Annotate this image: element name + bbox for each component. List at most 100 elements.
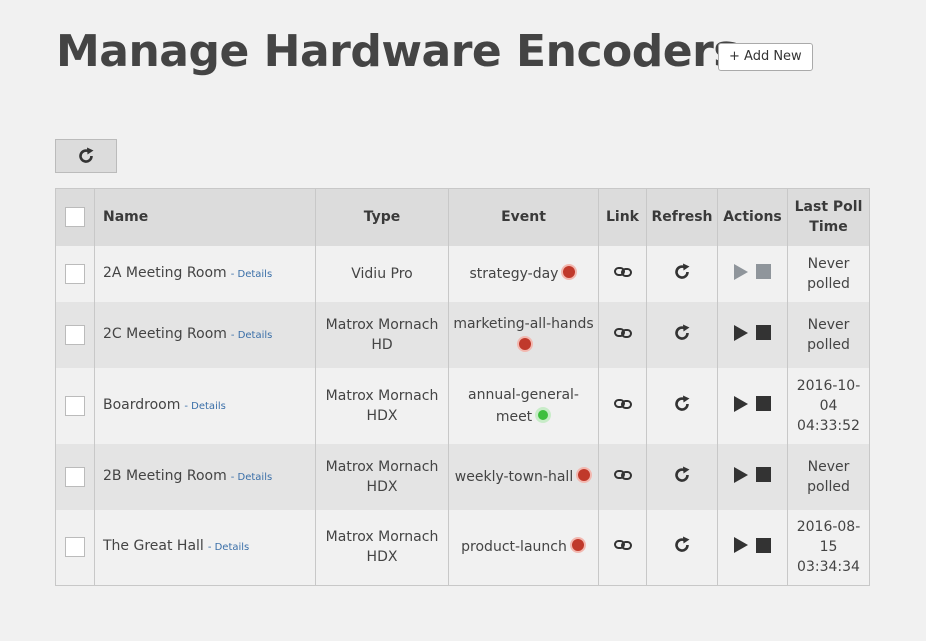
details-link[interactable]: - Details [184,401,225,412]
link-button[interactable] [613,398,632,410]
refresh-icon [675,395,690,411]
details-link[interactable]: - Details [231,269,272,280]
row-checkbox[interactable] [65,324,85,345]
link-button[interactable] [613,266,632,278]
encoder-name: The Great Hall [103,538,204,555]
refresh-cell [646,367,718,444]
encoder-type: Matrox Mornach HD [315,301,449,368]
actions-group [734,537,771,554]
encoder-name-cell: 2A Meeting Room - Details [94,245,316,302]
row-checkbox[interactable] [65,395,85,416]
last-poll-time: Never polled [787,245,870,302]
row-select-cell [55,367,95,444]
link-cell [598,301,647,368]
play-icon[interactable] [734,395,748,412]
event-cell: marketing-all-hands [448,301,599,368]
encoders-table: Name Type Event Link Refresh Actions Las… [55,188,870,586]
event-name: annual-general-meet [468,386,579,425]
link-cell [598,443,647,510]
encoder-type: Matrox Mornach HDX [315,509,449,586]
link-cell [598,509,647,586]
refresh-button[interactable] [672,323,692,343]
encoder-type: Matrox Mornach HDX [315,367,449,444]
column-header-type[interactable]: Type [315,188,449,246]
column-header-link: Link [598,188,647,246]
last-poll-time: Never polled [787,301,870,368]
column-header-refresh: Refresh [646,188,718,246]
play-icon[interactable] [734,466,748,483]
refresh-button[interactable] [672,394,692,414]
column-header-name[interactable]: Name [94,188,316,246]
refresh-icon [675,466,690,482]
select-all-checkbox[interactable] [65,207,85,228]
row-checkbox[interactable] [65,466,85,487]
play-icon[interactable] [734,263,748,280]
table-row: The Great Hall - Details Matrox Mornach HD… [55,509,870,586]
status-indicator [569,537,586,554]
event-cell: product-launch [448,509,599,586]
actions-cell [717,509,788,586]
column-header-actions: Actions [717,188,788,246]
encoder-name: 2B Meeting Room [103,467,227,484]
refresh-button[interactable] [672,262,692,282]
link-icon [613,469,632,480]
table-row: Boardroom - Details Matrox Mornach HDX annu… [55,367,870,444]
link-button[interactable] [613,327,632,339]
event-cell: strategy-day [448,245,599,302]
page-title: Manage Hardware Encoders [56,26,739,77]
select-all-cell [55,188,95,246]
status-indicator [517,335,533,352]
link-button[interactable] [613,539,632,551]
link-icon [613,398,632,409]
column-header-event[interactable]: Event [448,188,599,246]
refresh-icon [675,263,690,279]
status-indicator [535,406,552,423]
details-link[interactable]: - Details [231,330,272,341]
refresh-button[interactable] [672,465,692,485]
encoder-name: 2C Meeting Room [103,325,227,342]
table-row: 2A Meeting Room - Details Vidiu Pro strateg… [55,245,870,302]
details-link[interactable]: - Details [208,542,249,553]
link-icon [613,266,632,277]
play-icon[interactable] [734,324,748,341]
stop-icon[interactable] [756,325,771,340]
link-icon [613,327,632,338]
row-select-cell [55,509,95,586]
event-name: product-launch [461,539,567,556]
refresh-button[interactable] [672,535,692,555]
stop-icon[interactable] [756,467,771,482]
stop-icon[interactable] [756,537,771,553]
status-indicator [561,263,578,280]
actions-group [734,263,771,280]
encoder-name-cell: Boardroom - Details [94,367,316,444]
play-icon[interactable] [734,537,748,554]
event-cell: weekly-town-hall [448,443,599,510]
status-indicator [576,466,593,483]
stop-icon[interactable] [756,396,771,411]
last-poll-time: Never polled [787,443,870,510]
row-checkbox[interactable] [65,537,85,558]
actions-cell [717,443,788,510]
actions-cell [717,301,788,368]
actions-group [734,324,771,341]
table-header-row: Name Type Event Link Refresh Actions Las… [55,188,870,246]
encoder-type: Matrox Mornach HDX [315,443,449,510]
link-cell [598,367,647,444]
refresh-icon [675,324,690,340]
refresh-all-button[interactable] [55,139,117,173]
last-poll-time: 2016-10-04 04:33:52 [787,367,870,444]
add-new-button[interactable]: + Add New [718,43,813,71]
details-link[interactable]: - Details [231,472,272,483]
row-checkbox[interactable] [65,263,85,284]
link-button[interactable] [613,469,632,481]
encoder-type: Vidiu Pro [315,245,449,302]
table-row: 2C Meeting Room - Details Matrox Mornach H… [55,301,870,368]
actions-cell [717,245,788,302]
refresh-cell [646,301,718,368]
column-header-last-poll[interactable]: Last Poll Time [787,188,870,246]
stop-icon[interactable] [756,264,771,279]
row-select-cell [55,245,95,302]
actions-group [734,395,771,412]
refresh-cell [646,509,718,586]
encoder-name-cell: 2C Meeting Room - Details [94,301,316,368]
